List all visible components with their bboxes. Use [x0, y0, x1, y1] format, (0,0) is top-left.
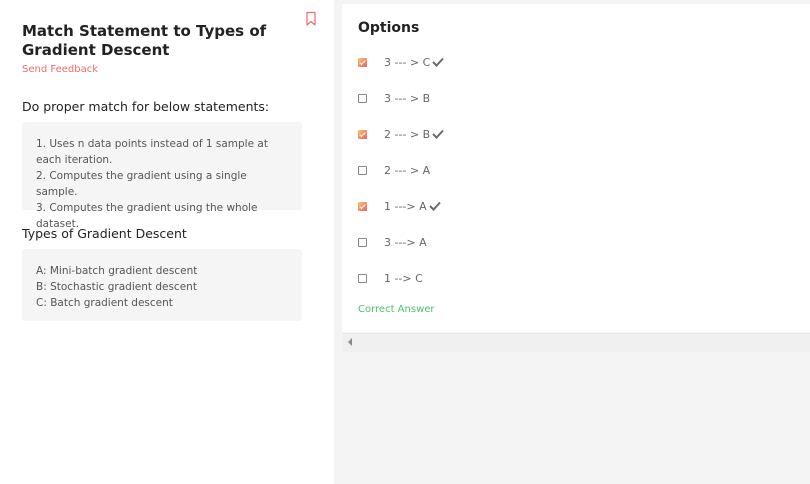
option-label: 2 --- > A	[384, 163, 431, 177]
type-item: A: Mini-batch gradient descent	[36, 265, 198, 277]
option-label: 1 ---> A	[384, 199, 427, 213]
types-box: A: Mini-batch gradient descent B: Stocha…	[22, 249, 302, 321]
bookmark-icon[interactable]	[304, 11, 318, 27]
options-title: Options	[358, 20, 420, 36]
prompt-heading: Do proper match for below statements:	[22, 99, 270, 114]
option-item[interactable]: 2 --- > A	[358, 163, 430, 177]
question-title: Match Statement to Types of Gradient Des…	[22, 22, 267, 59]
option-label: 3 --- > B	[384, 91, 431, 105]
statement-item: 2. Computes the gradient using a single …	[36, 170, 247, 198]
option-label: 3 ---> A	[384, 235, 427, 249]
statements-box: 1. Uses n data points instead of 1 sampl…	[22, 122, 302, 230]
option-checkbox[interactable]	[358, 129, 367, 139]
option-item[interactable]: 2 --- > B	[358, 127, 444, 141]
panel-divider	[334, 0, 342, 484]
check-mark-icon	[432, 57, 445, 67]
option-checkbox[interactable]	[358, 57, 367, 67]
types-heading: Types of Gradient Descent	[22, 226, 187, 241]
option-label: 3 --- > C	[384, 55, 431, 69]
option-label: 1 --> C	[384, 271, 423, 285]
option-checkbox[interactable]	[358, 237, 367, 247]
option-item[interactable]: 3 ---> A	[358, 235, 427, 249]
result-label: Correct Answer	[358, 304, 435, 315]
type-item: C: Batch gradient descent	[36, 297, 173, 309]
statement-item: 1. Uses n data points instead of 1 sampl…	[36, 138, 268, 166]
option-checkbox[interactable]	[358, 201, 367, 211]
send-feedback-link[interactable]: Send Feedback	[22, 64, 98, 75]
check-mark-icon	[432, 129, 444, 139]
option-item[interactable]: 1 ---> A	[358, 199, 441, 213]
horizontal-scrollbar[interactable]	[342, 333, 810, 352]
option-checkbox[interactable]	[358, 93, 367, 103]
option-label: 2 --- > B	[384, 127, 431, 141]
option-checkbox[interactable]	[358, 273, 367, 283]
option-item[interactable]: 1 --> C	[358, 271, 423, 285]
option-item[interactable]: 3 --- > B	[358, 91, 430, 105]
check-mark-icon	[428, 201, 441, 211]
option-checkbox[interactable]	[358, 165, 367, 175]
option-item[interactable]: 3 --- > C	[358, 55, 445, 69]
type-item: B: Stochastic gradient descent	[36, 281, 197, 293]
scroll-left-icon[interactable]	[348, 338, 352, 346]
